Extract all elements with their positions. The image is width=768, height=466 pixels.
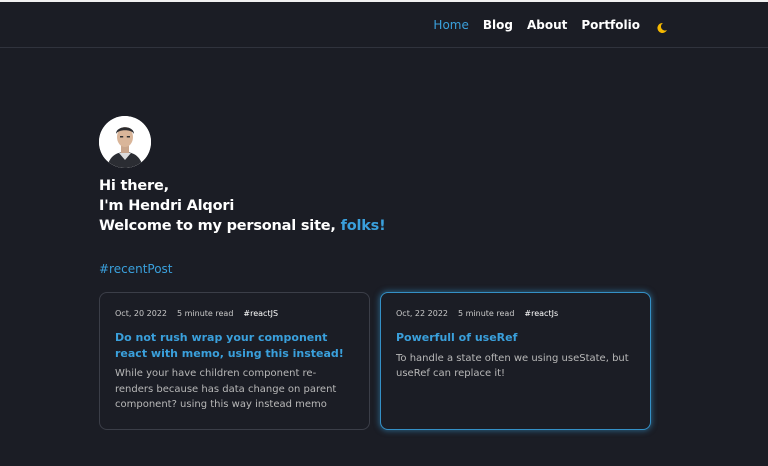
hero-line-name: I'm Hendri Alqori xyxy=(99,198,235,214)
post-read-time: 5 minute read xyxy=(458,309,515,318)
nav-about-link[interactable]: About xyxy=(527,18,567,32)
moon-icon[interactable] xyxy=(656,19,668,33)
post-tag[interactable]: #reactJS xyxy=(243,309,278,318)
hero-line-hi: Hi there, xyxy=(99,178,169,194)
nav-home-link[interactable]: Home xyxy=(433,18,468,32)
hero-welcome-text: Welcome to my personal site, xyxy=(99,218,341,234)
post-title[interactable]: Do not rush wrap your component react wi… xyxy=(115,330,354,361)
post-meta: Oct, 22 2022 5 minute read #reactJs xyxy=(396,309,635,318)
post-excerpt: To handle a state often we using useStat… xyxy=(396,352,629,380)
nav-links: Home Blog About Portfolio xyxy=(433,2,668,48)
hero-line-welcome: Welcome to my personal site, folks! xyxy=(99,216,659,236)
post-title[interactable]: Powerfull of useRef xyxy=(396,330,635,346)
hero-greeting: Hi there, I'm Hendri Alqori Welcome to m… xyxy=(99,176,659,236)
recent-post-heading: #recentPost xyxy=(99,262,173,276)
post-excerpt: While your have children component re-re… xyxy=(115,368,337,410)
avatar xyxy=(99,116,151,168)
hero-accent-word: folks! xyxy=(340,218,386,234)
post-tag[interactable]: #reactJs xyxy=(524,309,558,318)
post-read-time: 5 minute read xyxy=(177,309,234,318)
nav-portfolio-link[interactable]: Portfolio xyxy=(581,18,640,32)
post-date: Oct, 20 2022 xyxy=(115,309,167,318)
hero-section: Hi there, I'm Hendri Alqori Welcome to m… xyxy=(99,116,659,236)
nav-blog-link[interactable]: Blog xyxy=(483,18,513,32)
top-navbar: Home Blog About Portfolio xyxy=(0,2,768,48)
post-card[interactable]: Oct, 20 2022 5 minute read #reactJS Do n… xyxy=(99,292,370,430)
post-date: Oct, 22 2022 xyxy=(396,309,448,318)
post-card[interactable]: Oct, 22 2022 5 minute read #reactJs Powe… xyxy=(380,292,651,430)
post-meta: Oct, 20 2022 5 minute read #reactJS xyxy=(115,309,354,318)
